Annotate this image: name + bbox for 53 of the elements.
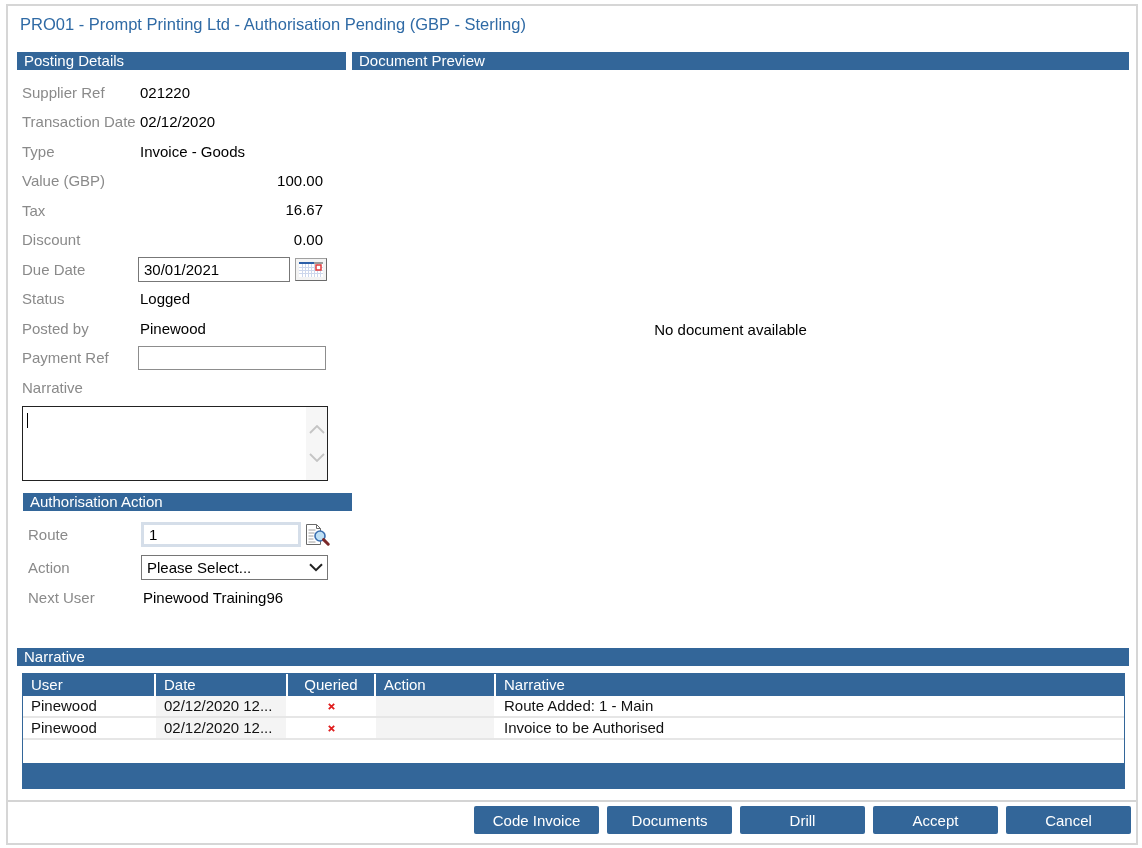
- field-value: Pinewood Training96: [142, 588, 285, 606]
- table-cell: 02/12/2020 12...: [156, 696, 286, 716]
- section-header: Document Preview: [352, 52, 1129, 70]
- chevron-down-icon[interactable]: [309, 562, 323, 572]
- section-header: Posting Details: [17, 52, 346, 70]
- field-label: Supplier Ref: [22, 83, 106, 101]
- field-label: Value (GBP): [22, 172, 107, 190]
- field-value: 16.67: [285, 201, 323, 219]
- table-cell-text: Route Added: 1 - Main: [503, 696, 655, 716]
- documents-button[interactable]: Documents: [607, 806, 732, 834]
- field-label: Due Date: [22, 260, 87, 278]
- field-value: 021220: [139, 83, 192, 101]
- table-cell: 02/12/2020 12...: [156, 718, 286, 738]
- field-value: Pinewood: [139, 319, 207, 337]
- cancel-button[interactable]: Cancel: [1006, 806, 1131, 834]
- field-label: Payment Ref: [22, 349, 110, 367]
- table-cell-text: Pinewood: [30, 696, 98, 716]
- window-title: PRO01 - Prompt Printing Ltd - Authorisation Pending (GBP - Sterling): [20, 14, 526, 34]
- field-label: Route: [28, 525, 70, 543]
- field-value: Logged: [139, 290, 192, 308]
- column-header[interactable]: Action: [376, 674, 494, 696]
- field-label: Narrative: [22, 378, 84, 396]
- field-label: Status: [22, 290, 66, 308]
- field-value: 02/12/2020: [139, 113, 217, 131]
- field-label: Tax: [22, 201, 47, 219]
- dropdown[interactable]: Please Select...: [141, 554, 328, 580]
- drill-button[interactable]: Drill: [740, 806, 865, 834]
- field-value: 0.00: [293, 230, 323, 248]
- column-header[interactable]: User: [23, 674, 154, 696]
- empty-message: No document available: [654, 321, 807, 338]
- field-label: Discount: [22, 231, 82, 249]
- column-header[interactable]: Queried: [288, 674, 374, 696]
- text-cursor: [27, 413, 28, 428]
- field-label: Posted by: [22, 319, 90, 337]
- input-field[interactable]: [138, 345, 326, 370]
- input-field[interactable]: 1: [141, 521, 301, 547]
- section-header: Narrative: [17, 648, 1129, 666]
- accept-button[interactable]: Accept: [873, 806, 998, 834]
- field-label: Type: [22, 142, 56, 160]
- field-label: Transaction Date: [22, 113, 137, 131]
- date-field[interactable]: 30/01/2021: [138, 256, 290, 282]
- column-header[interactable]: Date: [156, 674, 286, 696]
- field-label: Next User: [28, 588, 96, 606]
- document-magnifier-icon[interactable]: [305, 522, 330, 546]
- section-header: Authorisation Action: [23, 493, 352, 511]
- column-header[interactable]: Narrative: [496, 674, 1124, 696]
- field-value: Invoice - Goods: [139, 142, 247, 160]
- table-cell-text: Invoice to be Authorised: [503, 718, 666, 738]
- calendar-icon[interactable]: [295, 257, 327, 281]
- table-cell-text: Pinewood: [30, 718, 98, 738]
- field-label: Action: [28, 558, 71, 576]
- field-value: 100.00: [277, 171, 323, 189]
- code-invoice-button[interactable]: Code Invoice: [474, 806, 599, 834]
